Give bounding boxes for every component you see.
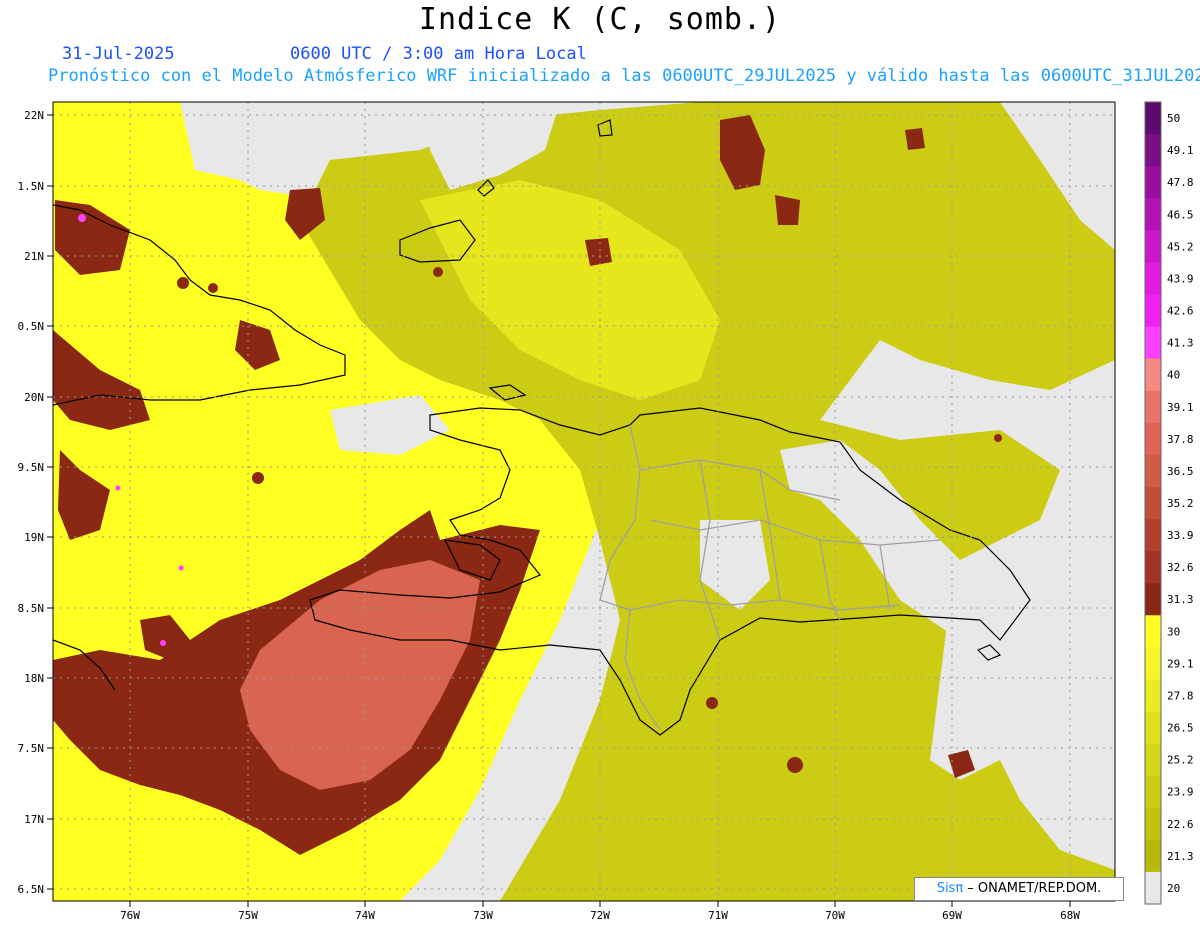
lon-tick-label: 68W [1060,909,1080,922]
cell-magenta-2 [160,640,166,646]
colorbar-swatch [1145,519,1161,552]
colorbar-label: 39.1 [1167,401,1194,414]
lon-tick-label: 69W [942,909,962,922]
colorbar-label: 40 [1167,369,1180,382]
colorbar-label: 33.9 [1167,529,1194,542]
cell-brown-16 [433,267,443,277]
colorbar-label: 30 [1167,625,1180,638]
colorbar-label: 25.2 [1167,754,1194,767]
lat-tick-label: 22N [24,109,44,122]
lat-tick-label: 6.5N [18,883,45,896]
colorbar-swatch [1145,326,1161,360]
colorbar-label: 50 [1167,112,1180,125]
colorbar-label: 35.2 [1167,497,1194,510]
lat-tick-label: 20N [24,391,44,404]
cell-brown-15 [177,277,189,289]
colorbar-swatch [1145,871,1161,905]
credit-text: – ONAMET/REP.DOM. [963,881,1102,896]
colorbar-label: 43.9 [1167,272,1194,285]
cell-magenta-4 [115,485,121,491]
lon-axis: 76W 75W 74W 73W 72W 71W 70W 69W 68W [120,909,1080,922]
lon-tick-label: 74W [355,909,375,922]
colorbar-label: 21.3 [1167,850,1194,863]
lat-tick-label: 17N [24,813,44,826]
colorbar-label: 32.6 [1167,561,1194,574]
cell-brown-12 [706,697,718,709]
colorbar-label: 49.1 [1167,144,1194,157]
colorbar-swatch [1145,422,1161,456]
colorbar-swatch [1145,583,1161,616]
lat-tick-label: 7.5N [18,742,45,755]
colorbar-swatch [1145,711,1161,745]
colorbar-swatch [1145,262,1161,295]
lat-tick-label: 18N [24,672,44,685]
colorbar-label: 45.2 [1167,240,1194,253]
cell-brown-7 [775,195,800,225]
colorbar-swatch [1145,294,1161,328]
cell-brown-10 [905,128,925,150]
colorbar-swatch [1145,454,1161,488]
lat-tick-label: 21N [24,250,44,263]
colorbar-swatch [1145,486,1161,520]
credit-box: Sisπ – ONAMET/REP.DOM. [914,877,1124,901]
colorbar-label: 27.8 [1167,689,1194,702]
colorbar-swatch [1145,807,1161,841]
colorbar-label: 20 [1167,882,1180,895]
colorbar-swatch [1145,775,1161,809]
colorbar-swatch [1145,230,1161,263]
lon-tick-label: 72W [590,909,610,922]
colorbar-swatch [1145,134,1161,167]
colorbar-swatch [1145,839,1161,873]
cell-brown-13 [252,472,264,484]
lat-tick-label: 1.5N [18,180,45,193]
colorbar-label: 37.8 [1167,433,1194,446]
lat-tick-label: 19N [24,531,44,544]
colorbar-label: 47.8 [1167,176,1194,189]
lat-axis: 22N 1.5N 21N 0.5N 20N 9.5N 19N 8.5N 18N … [18,109,45,896]
lon-tick-label: 70W [825,909,845,922]
k-index-field [53,102,1115,901]
cell-brown-14 [994,434,1002,442]
lat-tick-label: 9.5N [18,461,45,474]
colorbar-label: 29.1 [1167,657,1194,670]
colorbar-swatch [1145,679,1161,713]
colorbar-label: 31.3 [1167,593,1194,606]
k-index-map: 22N 1.5N 21N 0.5N 20N 9.5N 19N 8.5N 18N … [18,101,1194,922]
colorbar-swatch [1145,615,1161,648]
cell-brown-17 [208,283,218,293]
colorbar-label: 42.6 [1167,305,1194,318]
lat-tick-label: 0.5N [18,320,45,333]
colorbar-label: 46.5 [1167,208,1194,221]
cell-magenta-1 [78,214,86,222]
lon-tick-label: 76W [120,909,140,922]
colorbar-swatch [1145,647,1161,680]
lat-tick-label: 8.5N [18,602,45,615]
lon-tick-label: 71W [708,909,728,922]
colorbar-swatch [1145,358,1161,392]
colorbar-swatch [1145,743,1161,777]
colorbar-swatch [1145,102,1161,135]
colorbar-label: 36.5 [1167,465,1194,478]
lon-tick-label: 75W [238,909,258,922]
colorbar-swatch [1145,166,1161,199]
colorbar-label: 23.9 [1167,786,1194,799]
colorbar-swatch [1145,198,1161,231]
colorbar-label: 26.5 [1167,722,1194,735]
colorbar-legend: 50 49.1 47.8 46.5 45.2 43.9 42.6 41.3 40 39.1 37.8… [1144,101,1194,905]
colorbar-label: 22.6 [1167,818,1194,831]
lon-tick-label: 73W [473,909,493,922]
colorbar-swatch [1145,551,1161,584]
cell-magenta-3 [178,565,184,571]
colorbar-label: 41.3 [1167,337,1194,350]
cell-brown-11 [787,757,803,773]
sispi-logo: Sisπ [936,881,964,896]
colorbar-swatch [1145,390,1161,424]
